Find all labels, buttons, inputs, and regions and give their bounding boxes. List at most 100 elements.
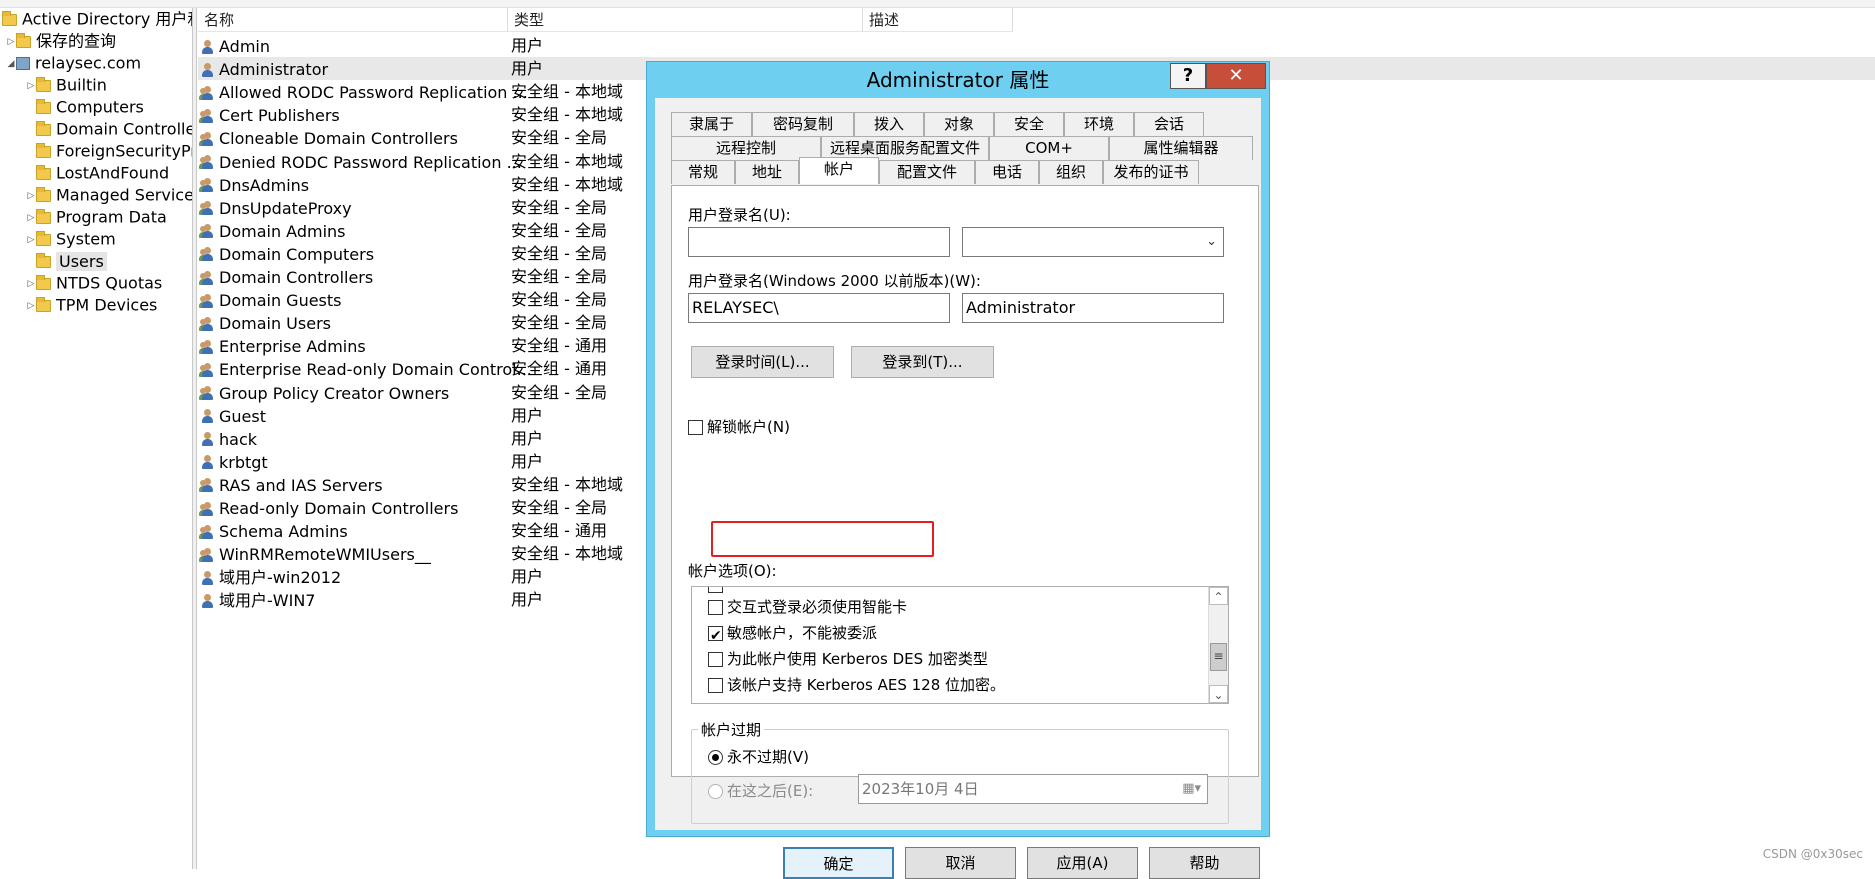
tab-item[interactable]: 帐户: [799, 157, 879, 184]
account-options-list[interactable]: 交互式登录必须使用智能卡敏感帐户，不能被委派为此帐户使用 Kerberos DE…: [691, 586, 1229, 704]
expiry-date-picker[interactable]: 2023年10月 4日 ▦▾: [858, 774, 1208, 804]
user-icon: [200, 431, 216, 447]
tree-expander-icon[interactable]: ▷: [26, 229, 36, 251]
row-name-cell: Enterprise Admins: [199, 334, 366, 358]
folder-icon: [36, 98, 51, 114]
row-name-text: Cert Publishers: [219, 106, 340, 126]
never-expires-radio[interactable]: [708, 750, 723, 765]
row-name-text: Domain Controllers: [219, 268, 374, 287]
tab-strip: 隶属于 密码复制 拨入 对象 安全 环境 会话 远程控制 远程桌面服务配置文件 COM+ 属性编辑器…: [671, 112, 1257, 184]
row-type-cell: 安全组 - 全局: [511, 243, 607, 263]
upn-suffix-select[interactable]: ⌄: [962, 227, 1224, 257]
row-type-cell: 用户: [511, 405, 544, 425]
upn-label: 用户登录名(U):: [688, 206, 791, 224]
upn-input[interactable]: [688, 227, 950, 257]
row-name-cell: Domain Controllers: [199, 265, 374, 289]
scroll-up-icon[interactable]: ⌃: [1209, 587, 1228, 605]
tree-item[interactable]: ForeignSecurityPr: [26, 140, 192, 162]
tab-item[interactable]: 配置文件: [879, 160, 975, 184]
row-type-cell: 安全组 - 全局: [511, 498, 607, 517]
tab-item[interactable]: 地址: [735, 160, 799, 184]
row-type-cell: 用户: [511, 428, 544, 448]
end-of-option[interactable]: 在这之后(E):: [708, 780, 813, 801]
account-option[interactable]: 为此帐户使用 Kerberos DES 加密类型: [708, 647, 988, 671]
account-option-checkbox[interactable]: [708, 652, 723, 667]
title-help-button[interactable]: ?: [1170, 63, 1206, 89]
tree-item[interactable]: Active Directory 用户和: [2, 8, 192, 30]
cancel-button[interactable]: 取消: [905, 847, 1016, 879]
tree-item[interactable]: ▷ 保存的查询: [6, 30, 116, 52]
never-expires-option[interactable]: 永不过期(V): [708, 746, 809, 767]
folder-icon: [36, 230, 51, 246]
tab-item[interactable]: 密码复制: [752, 112, 854, 136]
tree-item[interactable]: ▷ NTDS Quotas: [26, 272, 163, 295]
tree-expander-icon[interactable]: ▷: [26, 75, 36, 97]
tree-item[interactable]: LostAndFound: [26, 162, 169, 184]
tab-item[interactable]: 对象: [924, 112, 994, 136]
account-option[interactable]: 敏感帐户，不能被委派: [708, 621, 877, 648]
scroll-down-icon[interactable]: ⌄: [1209, 685, 1228, 703]
tree-expander-icon[interactable]: ◢: [6, 53, 16, 75]
group-icon: [199, 316, 216, 332]
tab-item[interactable]: 拨入: [854, 112, 924, 136]
unlock-account-label: 解锁帐户(N): [707, 418, 790, 436]
tree-item[interactable]: Computers: [26, 96, 144, 118]
tree-item[interactable]: ◢ relaysec.com: [6, 52, 142, 75]
account-option-checkbox[interactable]: [708, 624, 723, 648]
tree-item[interactable]: Domain Controlle: [26, 118, 192, 140]
tab-item[interactable]: 环境: [1064, 112, 1134, 136]
account-option-checkbox[interactable]: [708, 678, 723, 693]
scroll-thumb[interactable]: ≡: [1210, 643, 1227, 671]
tree-item[interactable]: ▷ System: [26, 228, 116, 250]
tree-item[interactable]: ▷ Program Data: [26, 206, 167, 228]
tree-item[interactable]: ▷ Builtin: [26, 74, 107, 96]
row-name-cell: Read-only Domain Controllers: [199, 496, 458, 520]
account-option-checkbox[interactable]: [708, 600, 723, 615]
account-option[interactable]: 该帐户支持 Kerberos AES 128 位加密。: [708, 673, 1005, 697]
tree-expander-icon[interactable]: ▷: [26, 185, 36, 207]
table-row[interactable]: Admin 用户: [198, 34, 1875, 57]
pane-splitter[interactable]: [193, 8, 197, 869]
tree-expander-icon[interactable]: ▷: [26, 207, 36, 229]
logon-to-button[interactable]: 登录到(T)...: [851, 346, 994, 378]
folder-icon: [36, 208, 51, 224]
ok-button[interactable]: 确定: [783, 847, 894, 879]
account-option[interactable]: 交互式登录必须使用智能卡: [708, 595, 907, 619]
tab-item[interactable]: 隶属于: [671, 112, 752, 136]
tab-item[interactable]: 常规: [671, 160, 735, 184]
tree-item[interactable]: ▷ Managed Service: [26, 184, 192, 207]
tab-item[interactable]: 会话: [1134, 112, 1204, 136]
tab-item[interactable]: 组织: [1039, 160, 1103, 184]
apply-button[interactable]: 应用(A): [1027, 847, 1138, 879]
tab-item[interactable]: 安全: [994, 112, 1064, 136]
tree-expander-icon[interactable]: ▷: [26, 295, 36, 317]
sam-label: 用户登录名(Windows 2000 以前版本)(W):: [688, 272, 981, 290]
tree-expander-icon[interactable]: ▷: [26, 273, 36, 295]
logon-hours-button[interactable]: 登录时间(L)...: [691, 346, 834, 378]
row-name-cell: Domain Users: [199, 311, 331, 335]
group-icon: [199, 362, 216, 378]
title-close-button[interactable]: ✕: [1206, 63, 1266, 89]
options-scrollbar[interactable]: ⌃ ≡ ⌄: [1208, 587, 1228, 703]
tree-item[interactable]: Users: [26, 250, 107, 272]
row-name-cell: Guest: [200, 404, 266, 428]
column-header-description[interactable]: 描述: [863, 8, 1013, 32]
column-header-name[interactable]: 名称: [198, 8, 508, 32]
sam-name-input[interactable]: Administrator: [962, 293, 1224, 323]
tab-item[interactable]: 电话: [975, 160, 1039, 184]
unlock-account-row[interactable]: 解锁帐户(N): [688, 416, 790, 437]
row-name-text: Domain Admins: [219, 221, 346, 241]
watermark: CSDN @0x30sec: [1762, 847, 1863, 861]
tab-item[interactable]: 属性编辑器: [1109, 136, 1253, 160]
group-icon: [199, 246, 216, 262]
tree-pane[interactable]: Active Directory 用户和 ▷ 保存的查询 ◢ relaysec.com ▷…: [0, 8, 193, 869]
end-of-radio[interactable]: [708, 784, 723, 799]
column-header-type[interactable]: 类型: [508, 8, 863, 32]
tab-item[interactable]: 发布的证书: [1103, 160, 1199, 184]
tree-expander-icon[interactable]: ▷: [6, 31, 16, 53]
help-button[interactable]: 帮助: [1149, 847, 1260, 879]
row-type-cell: 安全组 - 通用: [511, 521, 607, 541]
tab-item[interactable]: COM+: [989, 136, 1109, 160]
unlock-account-checkbox[interactable]: [688, 420, 703, 435]
tree-item[interactable]: ▷ TPM Devices: [26, 294, 158, 317]
